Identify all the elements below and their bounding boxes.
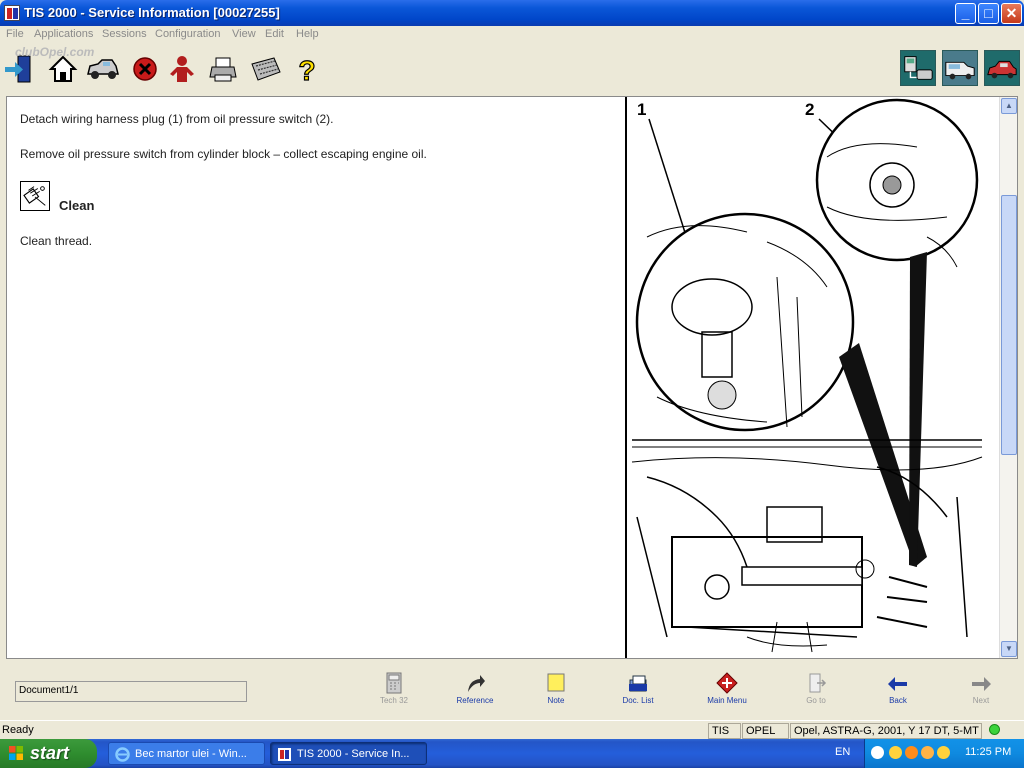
taskbar-item-label: TIS 2000 - Service In... — [297, 748, 410, 760]
tech32-button[interactable]: Tech 32 — [364, 672, 424, 716]
scroll-up-arrow-icon[interactable]: ▲ — [1001, 98, 1017, 114]
user-icon[interactable] — [167, 54, 197, 84]
menu-sessions[interactable]: Sessions — [102, 28, 147, 40]
menu-configuration[interactable]: Configuration — [155, 28, 220, 40]
tis-app-icon — [278, 748, 291, 761]
main-menu-label: Main Menu — [707, 696, 747, 705]
scroll-down-arrow-icon[interactable]: ▼ — [1001, 641, 1017, 657]
main-menu-button[interactable]: Main Menu — [697, 672, 757, 716]
menu-file[interactable]: File — [6, 28, 24, 40]
tray-expand-icon[interactable] — [871, 746, 884, 759]
connection-status-icon — [989, 724, 1000, 735]
title-bar[interactable]: TIS 2000 - Service Information [00027255… — [0, 0, 1024, 26]
taskbar-item-browser[interactable]: Bec martor ulei - Win... — [108, 742, 265, 765]
navigation-bar: Document1/1 Tech 32 Reference Note Doc. … — [0, 660, 1024, 720]
menu-help[interactable]: Help — [296, 28, 319, 40]
language-indicator[interactable]: EN — [835, 746, 850, 758]
help-icon[interactable]: ? — [292, 54, 322, 84]
security-icon[interactable] — [921, 746, 934, 759]
clock: 11:25 PM — [965, 746, 1012, 758]
menu-applications[interactable]: Applications — [34, 28, 93, 40]
instruction-text: Clean thread. — [20, 234, 93, 248]
system-tray: 11:25 PM — [864, 739, 1024, 768]
messenger-icon[interactable] — [889, 746, 902, 759]
app-icon — [4, 5, 20, 21]
close-button[interactable]: ✕ — [1001, 3, 1022, 24]
tech32-label: Tech 32 — [379, 696, 409, 705]
menu-bar: File Applications Sessions Configuration… — [0, 26, 1024, 45]
next-label: Next — [972, 696, 990, 705]
menu-view[interactable]: View — [232, 28, 256, 40]
reference-arrow-icon — [468, 675, 485, 692]
chat-icon[interactable] — [905, 746, 918, 759]
status-vehicle: Opel, ASTRA-G, 2001, Y 17 DT, 5-MT — [790, 723, 982, 739]
go-to-label: Go to — [806, 696, 826, 705]
doc-list-icon — [629, 675, 647, 692]
minimize-button[interactable]: _ — [955, 3, 976, 24]
doc-list-label: Doc. List — [622, 696, 654, 705]
start-button[interactable]: start — [0, 739, 97, 768]
watermark: clubOpel.com — [15, 45, 95, 59]
note-label: Note — [547, 696, 565, 705]
engine-diagram: 1 2 — [625, 97, 985, 658]
svg-text:?: ? — [298, 55, 315, 84]
taskbar-item-label: Bec martor ulei - Win... — [135, 748, 247, 760]
document-indicator: Document1/1 — [15, 681, 247, 702]
keyboard-icon[interactable] — [248, 54, 282, 84]
windows-logo-icon — [9, 746, 23, 760]
main-menu-icon — [716, 672, 738, 694]
status-text: Ready — [2, 724, 34, 736]
instruction-text: Detach wiring harness plug (1) from oil … — [20, 112, 334, 126]
note-icon — [547, 673, 565, 692]
taskbar-item-tis[interactable]: TIS 2000 - Service In... — [270, 742, 427, 765]
instruction-text: Remove oil pressure switch from cylinder… — [20, 147, 427, 161]
next-arrow-icon — [972, 677, 991, 691]
reference-button[interactable]: Reference — [445, 672, 505, 716]
clean-icon — [20, 181, 50, 211]
diagnostic-tool-icon[interactable] — [900, 50, 936, 86]
reference-label: Reference — [456, 696, 494, 705]
go-to-icon — [809, 673, 827, 693]
internet-explorer-icon — [115, 747, 130, 762]
note-button[interactable]: Note — [526, 672, 586, 716]
doc-list-button[interactable]: Doc. List — [608, 672, 668, 716]
stop-icon[interactable] — [130, 54, 160, 84]
callout-label-1: 1 — [637, 100, 646, 119]
status-app: TIS — [708, 723, 741, 739]
window-title: TIS 2000 - Service Information [00027255… — [24, 5, 280, 20]
vertical-scrollbar[interactable]: ▲ ▼ — [999, 97, 1017, 658]
calculator-icon — [386, 672, 402, 694]
status-brand: OPEL — [742, 723, 789, 739]
smiley-icon[interactable] — [937, 746, 950, 759]
back-label: Back — [889, 696, 907, 705]
print-icon[interactable] — [208, 54, 238, 84]
section-heading: Clean — [59, 198, 95, 213]
car-icon[interactable] — [984, 50, 1020, 86]
back-arrow-icon — [888, 677, 907, 691]
document-pane: Detach wiring harness plug (1) from oil … — [6, 96, 1018, 659]
engine-illustration: 1 2 — [627, 97, 985, 658]
next-button[interactable]: Next — [951, 672, 1011, 716]
status-bar: Ready TIS OPEL Opel, ASTRA-G, 2001, Y 17… — [0, 720, 1024, 739]
toolbar: ? — [0, 45, 1024, 95]
menu-edit[interactable]: Edit — [265, 28, 284, 40]
maximize-button[interactable]: □ — [978, 3, 999, 24]
start-label: start — [30, 743, 70, 763]
scroll-thumb[interactable] — [1001, 195, 1017, 455]
back-button[interactable]: Back — [868, 672, 928, 716]
callout-label-2: 2 — [805, 100, 814, 119]
taskbar: start Bec martor ulei - Win... TIS 2000 … — [0, 739, 1024, 768]
van-icon[interactable] — [942, 50, 978, 86]
go-to-button[interactable]: Go to — [786, 672, 846, 716]
